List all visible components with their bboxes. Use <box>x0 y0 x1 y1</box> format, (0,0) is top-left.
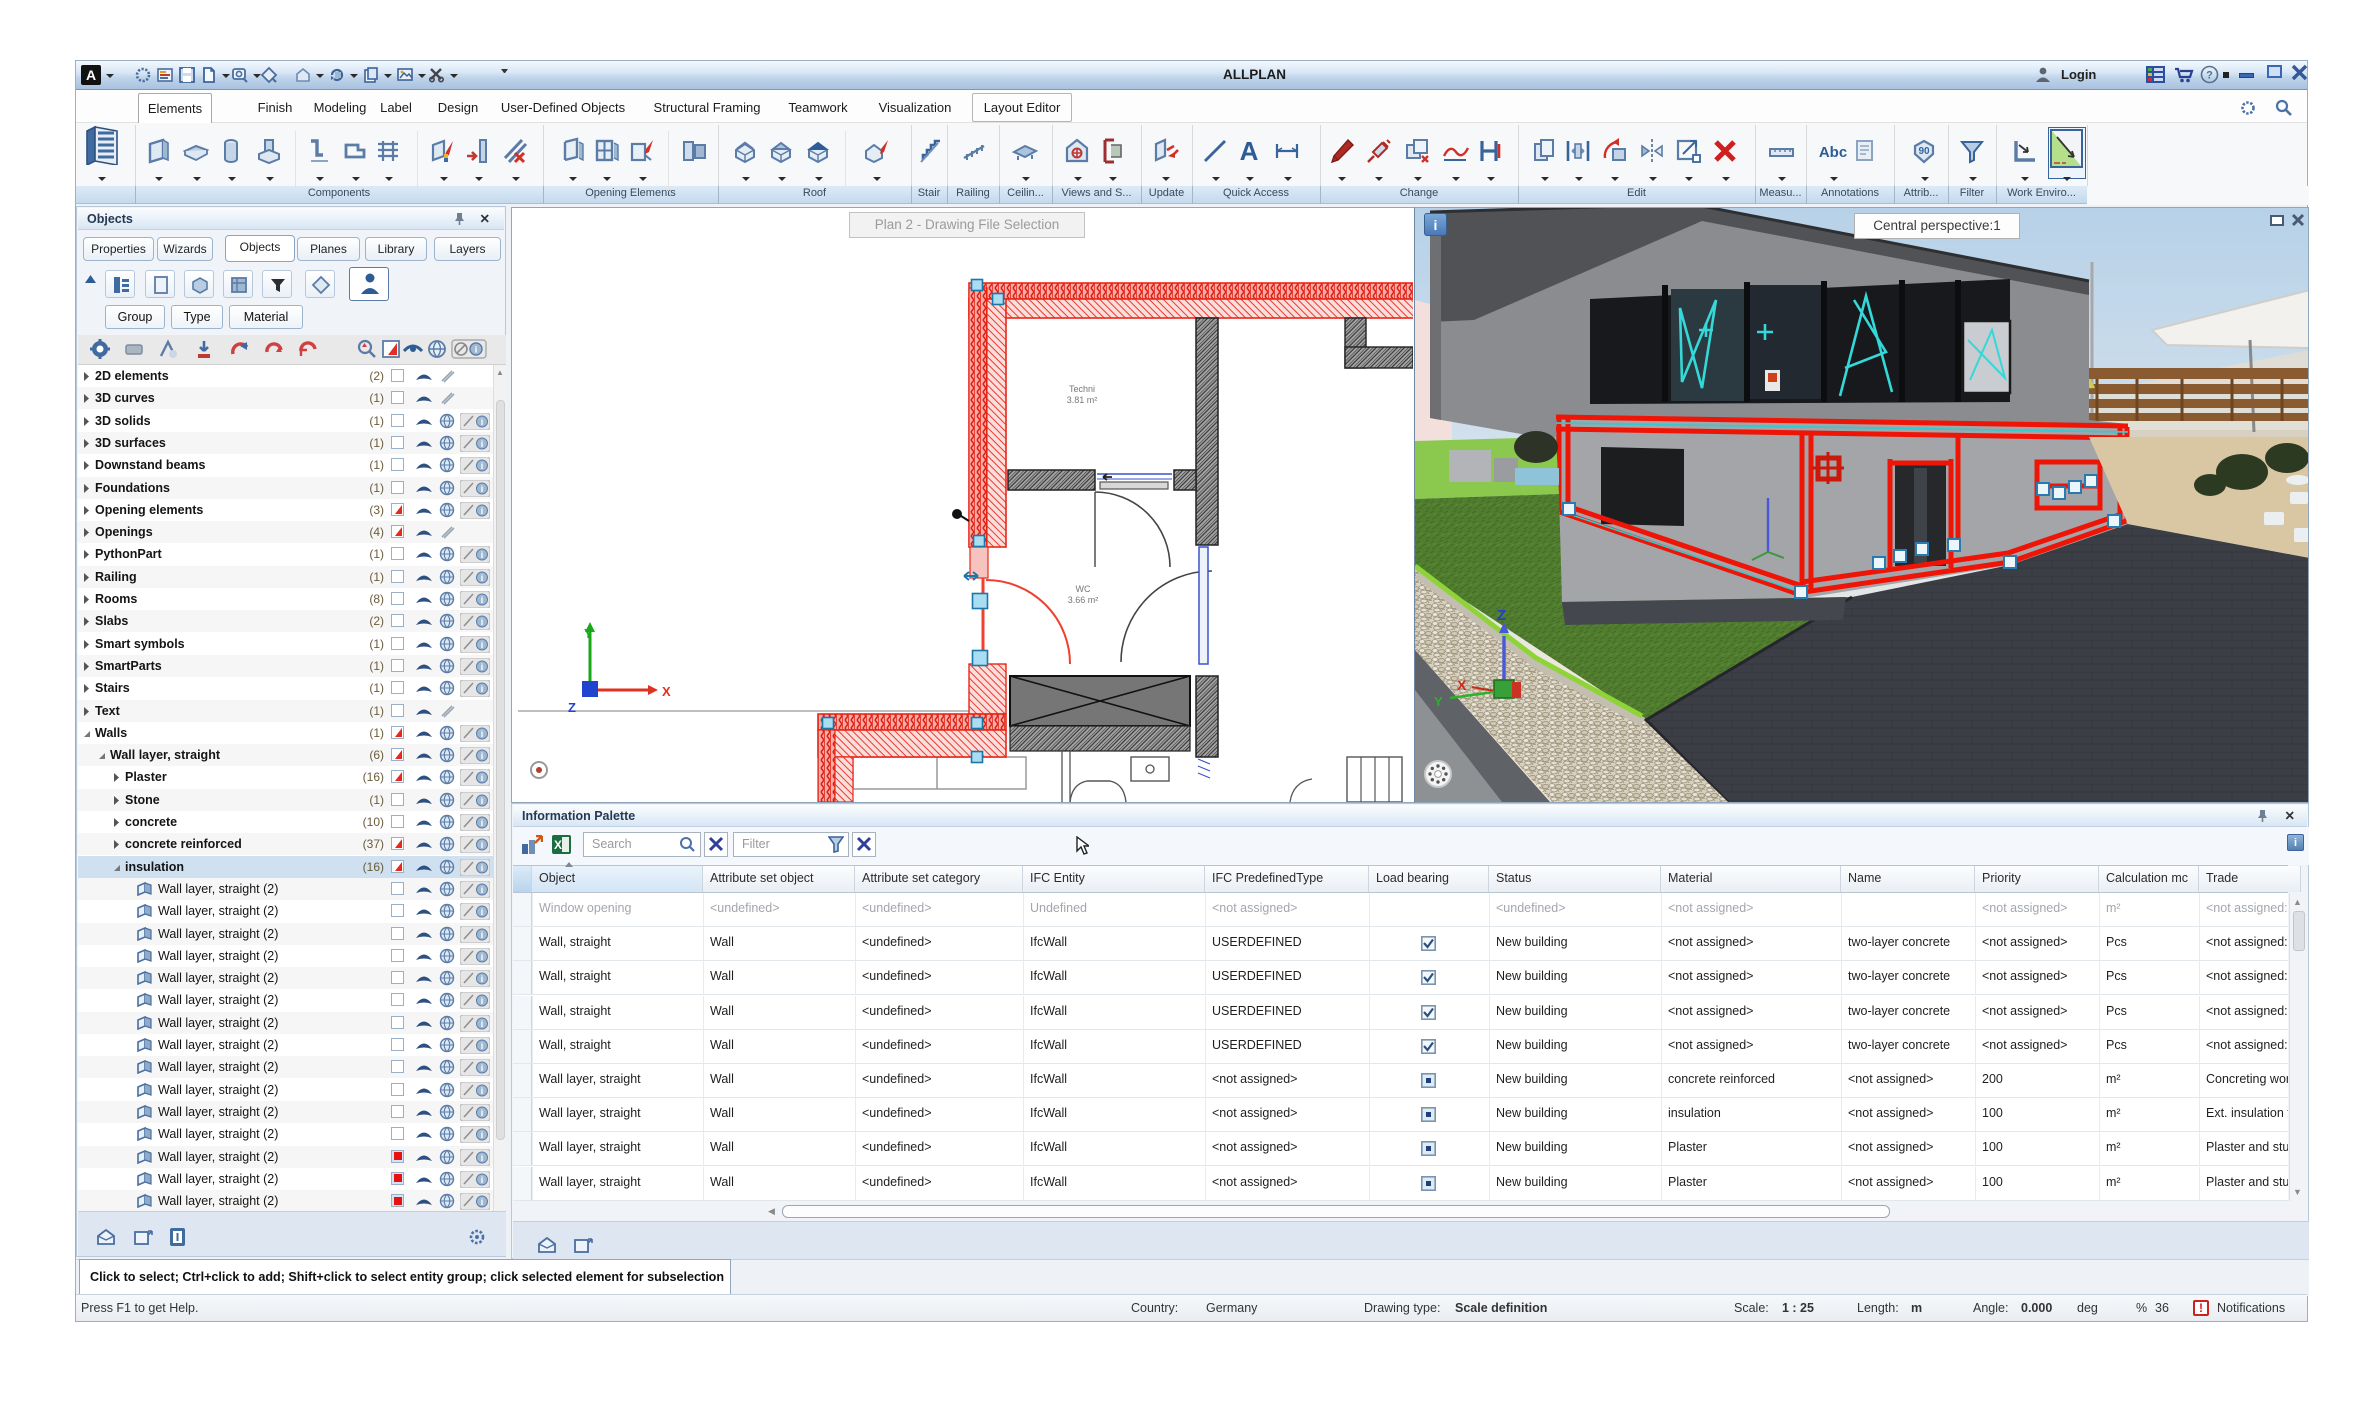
svg-text:i: i <box>481 1153 484 1163</box>
svg-text:3.66 m²: 3.66 m² <box>1068 595 1099 605</box>
svg-text:X: X <box>554 838 562 852</box>
svg-text:i: i <box>481 506 484 516</box>
svg-text:i: i <box>481 796 484 806</box>
svg-text:i: i <box>481 1063 484 1073</box>
svg-text:i: i <box>481 1041 484 1051</box>
svg-text:i: i <box>481 773 484 783</box>
svg-text:i: i <box>481 729 484 739</box>
svg-text:i: i <box>481 818 484 828</box>
svg-text:i: i <box>481 461 484 471</box>
svg-text:i: i <box>481 863 484 873</box>
svg-text:Y: Y <box>584 626 593 641</box>
svg-text:X: X <box>662 684 671 699</box>
svg-text:i: i <box>481 439 484 449</box>
svg-text:Z: Z <box>1497 607 1506 624</box>
svg-text:Techni: Techni <box>1069 384 1095 394</box>
svg-text:Z: Z <box>568 700 576 715</box>
svg-text:90: 90 <box>1918 146 1930 157</box>
svg-text:i: i <box>481 484 484 494</box>
svg-text:3.81 m²: 3.81 m² <box>1067 395 1098 405</box>
svg-text:Abc: Abc <box>1819 144 1847 161</box>
svg-text:WC: WC <box>1076 584 1091 594</box>
svg-text:A: A <box>1240 136 1259 166</box>
svg-text:i: i <box>481 1086 484 1096</box>
svg-text:i: i <box>481 1130 484 1140</box>
svg-text:i: i <box>481 885 484 895</box>
svg-text:i: i <box>481 1175 484 1185</box>
svg-text:i: i <box>481 907 484 917</box>
svg-text:i: i <box>481 1197 484 1207</box>
svg-text:i: i <box>481 662 484 672</box>
svg-text:i: i <box>481 417 484 427</box>
svg-text:?: ? <box>2206 70 2213 82</box>
svg-text:i: i <box>481 840 484 850</box>
svg-text:i: i <box>475 345 478 355</box>
svg-text:X: X <box>1457 677 1467 693</box>
svg-text:i: i <box>481 640 484 650</box>
svg-text:i: i <box>481 996 484 1006</box>
svg-text:i: i <box>481 595 484 605</box>
svg-text:i: i <box>481 550 484 560</box>
svg-text:i: i <box>481 952 484 962</box>
svg-text:i: i <box>481 930 484 940</box>
svg-text:i: i <box>481 684 484 694</box>
svg-text:i: i <box>481 1108 484 1118</box>
svg-text:Y: Y <box>1434 694 1443 709</box>
svg-text:i: i <box>481 573 484 583</box>
svg-text:i: i <box>481 974 484 984</box>
svg-text:i: i <box>481 617 484 627</box>
svg-text:i: i <box>481 1019 484 1029</box>
svg-text:i: i <box>481 751 484 761</box>
